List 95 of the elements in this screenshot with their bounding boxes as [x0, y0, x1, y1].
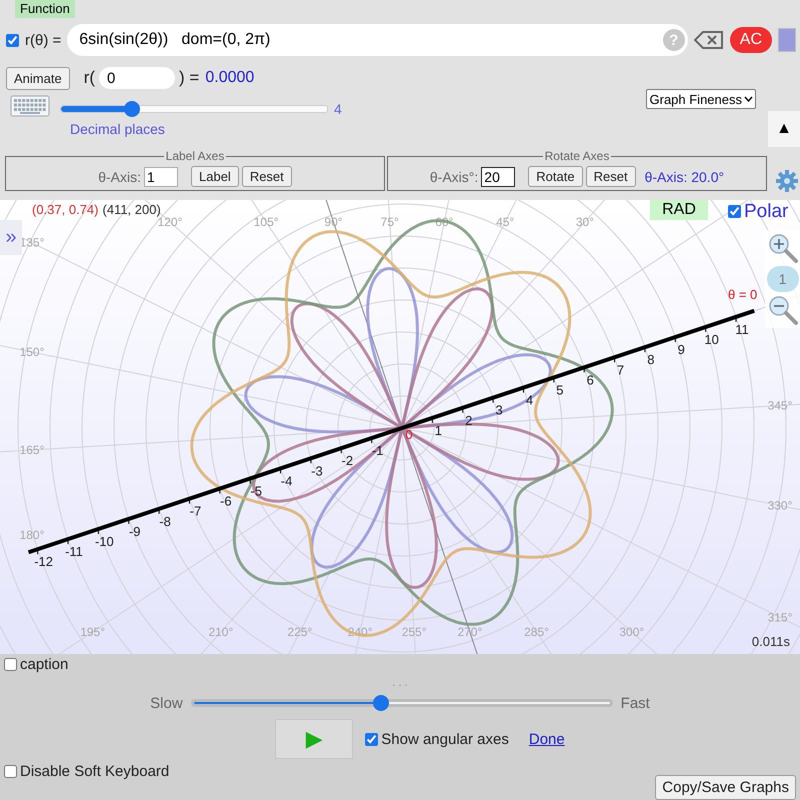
- axes-button[interactable]: Rotate: [528, 166, 583, 187]
- axis-tick-label: -4: [280, 473, 292, 488]
- axis-tick-label: -7: [190, 503, 202, 518]
- panel-legend: Rotate Axes: [542, 149, 612, 163]
- angle-label: 45°: [496, 214, 514, 229]
- copy-save-button[interactable]: Copy/Save Graphs: [655, 775, 796, 800]
- axis-tick-label: -6: [220, 493, 232, 508]
- angle-label: 135°: [20, 235, 44, 250]
- angle-label: 300°: [619, 624, 644, 639]
- angle-label: 30°: [576, 214, 594, 229]
- decimal-slider[interactable]: [60, 101, 328, 117]
- clear-all-button[interactable]: AC: [730, 27, 772, 53]
- angle-label: 225°: [287, 624, 312, 639]
- collapse-button[interactable]: ▲: [768, 111, 800, 147]
- function-tag: Function: [15, 0, 75, 18]
- axis-tick-label: 10: [704, 332, 719, 347]
- zoom-in-icon[interactable]: [766, 232, 798, 264]
- field-label: θ-Axis°:: [430, 168, 478, 184]
- angle-label: 105°: [254, 214, 279, 229]
- evaluate-equals: ) =: [179, 68, 200, 88]
- axis-input[interactable]: 20: [481, 166, 516, 186]
- caption-label: caption: [20, 656, 68, 673]
- zoom-out-icon[interactable]: [766, 294, 798, 326]
- axis-tick-label: -5: [250, 483, 262, 498]
- axes-button[interactable]: Reset: [242, 166, 292, 187]
- field-label: θ-Axis:: [98, 168, 141, 184]
- angle-label: 120°: [158, 214, 182, 229]
- fineness-dropdown[interactable]: Graph Fineness: [646, 89, 756, 109]
- axis-tick-label: 9: [678, 342, 685, 357]
- axis-tick-label: 3: [495, 402, 503, 418]
- axis-name-label: θ = 0: [728, 286, 758, 302]
- axis-tick-label: -12: [34, 554, 54, 569]
- polar-label: Polar: [744, 200, 788, 223]
- axis-tick-label: -10: [94, 534, 114, 549]
- decimal-reading: 4: [334, 101, 342, 117]
- evaluate-prefix: r(: [84, 68, 96, 88]
- angle-label: 285°: [524, 624, 549, 639]
- slow-label: Slow: [150, 694, 183, 712]
- origin-label: 0: [405, 426, 413, 442]
- axis-tick-label: 2: [465, 412, 472, 428]
- dropdown-caret-icon: [744, 96, 753, 102]
- angular-axes-label: Show angular axes: [381, 730, 509, 748]
- keyboard-icon[interactable]: [10, 95, 50, 117]
- angle-mode-badge[interactable]: RAD: [650, 200, 708, 220]
- done-link[interactable]: Done: [528, 730, 565, 748]
- caption-checkbox[interactable]: [4, 658, 17, 671]
- function-label: r(θ) =: [25, 32, 62, 48]
- angle-label: 315°: [768, 610, 792, 624]
- slider-thumb[interactable]: [372, 695, 389, 711]
- enable-checkbox[interactable]: [6, 34, 19, 46]
- axis-tick-label: 4: [526, 392, 534, 408]
- fast-label: Fast: [620, 694, 650, 712]
- angle-label: 195°: [80, 624, 106, 639]
- angle-label: 330°: [768, 498, 792, 512]
- angle-label: 180°: [20, 528, 44, 542]
- soft-keyboard-checkbox[interactable]: [4, 765, 17, 778]
- angle-label: 75°: [380, 214, 399, 229]
- axis-tick-label: -1: [372, 442, 384, 458]
- evaluate-result: 0.0000: [205, 69, 254, 87]
- cursor-coordinates: (0.37, 0.74): [32, 202, 98, 217]
- axis-tick-label: 6: [586, 372, 594, 388]
- expression-field[interactable]: 6sin(sin(2θ)) dom=(0, 2π) ?: [67, 24, 688, 56]
- axis-tick-label: -2: [342, 452, 354, 468]
- axis-tick-label: 11: [735, 322, 749, 337]
- axis-tick-label: -11: [65, 544, 83, 559]
- axis-tick-label: 1: [434, 422, 442, 438]
- angle-label: 255°: [402, 624, 427, 639]
- panel-legend: Label Axes: [164, 149, 226, 163]
- theta-input[interactable]: 0: [99, 67, 176, 89]
- render-time: 0.011s: [752, 634, 790, 649]
- slider-thumb[interactable]: [124, 101, 140, 117]
- axis-tick-label: -9: [128, 524, 140, 539]
- axis-reading: θ-Axis: 20.0°: [644, 168, 724, 184]
- axis-tick-label: -8: [159, 514, 171, 528]
- axes-button[interactable]: Reset: [586, 166, 636, 187]
- axes-button[interactable]: Label: [191, 166, 239, 187]
- angular-axes-checkbox[interactable]: [365, 732, 378, 746]
- axis-tick-label: 5: [556, 382, 564, 398]
- soft-keyboard-label: Disable Soft Keyboard: [20, 763, 170, 780]
- axis-tick-label: 8: [647, 352, 655, 367]
- angle-label: 150°: [20, 344, 44, 359]
- animate-button[interactable]: Animate: [6, 66, 70, 90]
- angle-label: 210°: [208, 624, 234, 639]
- polar-checkbox[interactable]: [728, 205, 741, 218]
- expand-button[interactable]: »: [0, 220, 22, 255]
- angle-label: 345°: [768, 398, 792, 412]
- angle-label: 165°: [20, 442, 44, 457]
- color-swatch[interactable]: [778, 28, 796, 52]
- settings-icon[interactable]: [775, 169, 799, 193]
- cursor-pixels: (411, 200): [102, 202, 161, 217]
- decimal-places-label: Decimal places: [70, 121, 166, 137]
- backspace-icon[interactable]: [694, 30, 724, 50]
- axis-input[interactable]: 1: [144, 166, 178, 186]
- axis-tick-label: 7: [616, 362, 624, 377]
- axis-tick-label: -3: [311, 463, 323, 478]
